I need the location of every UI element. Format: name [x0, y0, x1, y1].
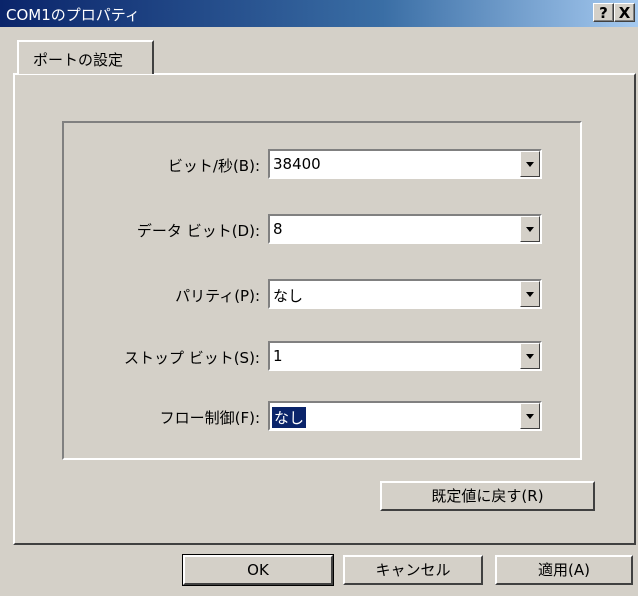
help-button[interactable]: ?	[593, 3, 614, 22]
flow-control-value: なし	[270, 406, 308, 429]
title-bar: COM1のプロパティ ? X	[0, 0, 638, 27]
stop-bits-label: ストップ ビット(S):	[123, 349, 260, 367]
parity-select[interactable]: なし	[268, 279, 542, 309]
flow-control-label: フロー制御(F):	[159, 409, 260, 427]
chevron-down-icon[interactable]	[520, 403, 540, 429]
com1-properties-dialog: COM1のプロパティ ? X ポートの設定 ビット/秒(B): 38400 デー…	[0, 0, 638, 596]
chevron-down-icon[interactable]	[520, 281, 540, 307]
bits-per-second-label: ビット/秒(B):	[167, 157, 260, 175]
chevron-down-icon[interactable]	[520, 151, 540, 177]
parity-label: パリティ(P):	[175, 287, 260, 305]
ok-button[interactable]: OK	[182, 554, 334, 586]
close-button[interactable]: X	[614, 3, 635, 22]
data-bits-select[interactable]: 8	[268, 214, 542, 244]
data-bits-label: データ ビット(D):	[136, 222, 260, 240]
bits-per-second-value: 38400	[273, 155, 321, 173]
flow-control-select[interactable]: なし	[268, 401, 542, 431]
parity-value: なし	[273, 287, 304, 305]
chevron-down-icon[interactable]	[520, 216, 540, 242]
tab-label: ポートの設定	[33, 51, 124, 69]
bits-per-second-select[interactable]: 38400	[268, 149, 542, 179]
stop-bits-value: 1	[273, 347, 283, 365]
cancel-button[interactable]: キャンセル	[343, 555, 483, 585]
data-bits-value: 8	[273, 220, 283, 238]
apply-button[interactable]: 適用(A)	[495, 555, 633, 585]
chevron-down-icon[interactable]	[520, 343, 540, 369]
tab-port-settings[interactable]: ポートの設定	[17, 40, 154, 74]
restore-defaults-button[interactable]: 既定値に戻す(R)	[380, 481, 595, 511]
stop-bits-select[interactable]: 1	[268, 341, 542, 371]
window-title: COM1のプロパティ	[6, 6, 140, 24]
